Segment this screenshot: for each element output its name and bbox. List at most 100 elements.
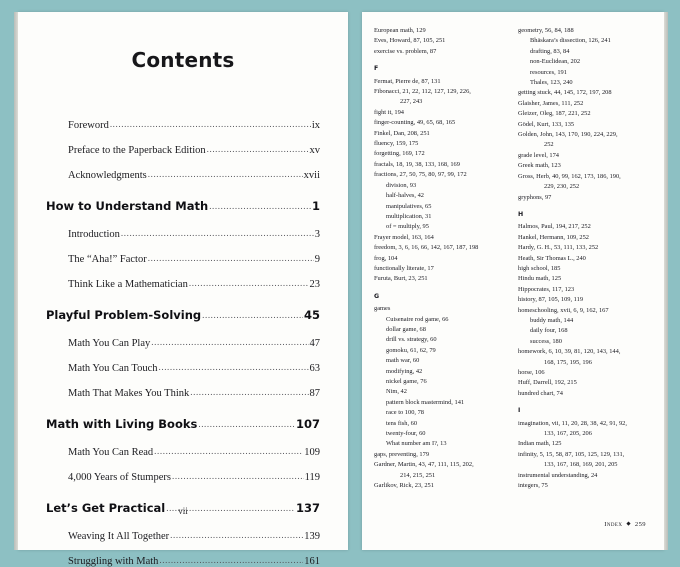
index-entry[interactable]: European math, 129 <box>374 26 508 36</box>
index-entry[interactable]: Frayer model, 163, 164 <box>374 233 508 243</box>
toc-entry[interactable]: Math You Can Touch .....................… <box>68 363 320 374</box>
index-entry[interactable]: twenty-four, 60 <box>374 429 508 439</box>
toc-entry[interactable]: 4,000 Years of Stumpers ................… <box>68 472 320 483</box>
index-entry[interactable]: 229, 230, 252 <box>518 182 652 192</box>
index-entry[interactable]: What number am I?, 13 <box>374 439 508 449</box>
toc-entry[interactable]: Weaving It All Together ................… <box>68 531 320 542</box>
index-entry[interactable]: tens fish, 60 <box>374 419 508 429</box>
index-entry[interactable]: math war, 60 <box>374 356 508 366</box>
contents-page: Contents Foreword ......................… <box>18 12 348 550</box>
index-entry[interactable]: race to 100, 78 <box>374 408 508 418</box>
index-entry[interactable]: daily four, 168 <box>518 326 652 336</box>
index-entry[interactable]: Hindu math, 125 <box>518 274 652 284</box>
toc-entry[interactable]: Playful Problem-Solving ................… <box>46 308 320 322</box>
toc-entry[interactable]: Think Like a Mathematician .............… <box>68 279 320 290</box>
index-entry[interactable]: Cuisenaire rod game, 66 <box>374 315 508 325</box>
index-entry[interactable]: horse, 106 <box>518 368 652 378</box>
index-entry[interactable]: Gardner, Martin, 43, 47, 111, 115, 202, <box>374 460 508 470</box>
index-entry[interactable]: non-Euclidean, 202 <box>518 57 652 67</box>
index-entry[interactable]: 168, 175, 195, 196 <box>518 358 652 368</box>
index-entry[interactable]: Garlikov, Rick, 23, 251 <box>374 481 508 491</box>
index-entry[interactable]: Gross, Herb, 40, 99, 162, 173, 186, 190, <box>518 172 652 182</box>
index-entry[interactable]: buddy math, 144 <box>518 316 652 326</box>
toc-entry[interactable]: Math You Can Play ......................… <box>68 338 320 349</box>
index-entry[interactable]: gryphons, 97 <box>518 193 652 203</box>
index-entry[interactable]: dollar game, 68 <box>374 325 508 335</box>
index-entry[interactable]: geometry, 56, 84, 188 <box>518 26 652 36</box>
index-entry[interactable]: manipulatives, 65 <box>374 202 508 212</box>
index-entry[interactable]: Thales, 123, 240 <box>518 78 652 88</box>
index-entry[interactable]: fight it, 194 <box>374 108 508 118</box>
index-entry[interactable]: drill vs. strategy, 60 <box>374 335 508 345</box>
index-entry[interactable]: Gleizer, Oleg, 187, 221, 252 <box>518 109 652 119</box>
toc-entry[interactable]: Acknowledgments ........................… <box>68 170 320 181</box>
index-entry[interactable]: Gödel, Kurt, 133, 135 <box>518 120 652 130</box>
index-entry[interactable]: Greek math, 123 <box>518 161 652 171</box>
index-entry[interactable]: Hardy, G. H., 53, 111, 133, 252 <box>518 243 652 253</box>
index-entry[interactable]: functionally literate, 17 <box>374 264 508 274</box>
index-entry[interactable]: forgetting, 169, 172 <box>374 149 508 159</box>
index-entry[interactable]: gaps, preventing, 179 <box>374 450 508 460</box>
index-entry[interactable]: fluency, 159, 175 <box>374 139 508 149</box>
index-entry[interactable]: frog, 104 <box>374 254 508 264</box>
index-entry[interactable]: homework, 6, 10, 39, 81, 120, 143, 144, <box>518 347 652 357</box>
index-entry[interactable]: Glaisher, James, 111, 252 <box>518 99 652 109</box>
index-entry[interactable]: success, 180 <box>518 337 652 347</box>
index-entry[interactable]: 133, 167, 205, 206 <box>518 429 652 439</box>
index-entry[interactable]: 252 <box>518 140 652 150</box>
index-entry[interactable]: integers, 75 <box>518 481 652 491</box>
index-entry[interactable]: division, 93 <box>374 181 508 191</box>
index-entry[interactable]: Huff, Darrell, 192, 215 <box>518 378 652 388</box>
index-entry[interactable]: finger-counting, 49, 65, 68, 165 <box>374 118 508 128</box>
index-entry[interactable]: Fibonacci, 21, 22, 112, 127, 129, 226, <box>374 87 508 97</box>
index-entry[interactable]: history, 87, 105, 109, 119 <box>518 295 652 305</box>
index-entry[interactable]: of = multiply, 95 <box>374 222 508 232</box>
index-entry[interactable]: Furuta, Burt, 23, 251 <box>374 274 508 284</box>
toc-entry[interactable]: Math with Living Books .................… <box>46 417 320 431</box>
index-entry[interactable]: pattern block mastermind, 141 <box>374 398 508 408</box>
index-entry[interactable]: Fermat, Pierre de, 87, 131 <box>374 77 508 87</box>
toc-entry[interactable]: How to Understand Math .................… <box>46 199 320 213</box>
index-entry[interactable]: homeschooling, xvii, 6, 9, 162, 167 <box>518 306 652 316</box>
index-entry[interactable]: half-halves, 42 <box>374 191 508 201</box>
index-entry[interactable]: resources, 191 <box>518 68 652 78</box>
index-entry[interactable]: Eves, Howard, 87, 105, 251 <box>374 36 508 46</box>
toc-entry[interactable]: The “Aha!” Factor ......................… <box>68 254 320 265</box>
index-entry[interactable]: Hippocrates, 117, 123 <box>518 285 652 295</box>
toc-entry[interactable]: Preface to the Paperback Edition .......… <box>68 145 320 156</box>
index-entry[interactable]: modifying, 42 <box>374 367 508 377</box>
index-entry[interactable]: Hankel, Hermann, 109, 252 <box>518 233 652 243</box>
index-entry[interactable]: grade level, 174 <box>518 151 652 161</box>
index-entry[interactable]: gomoku, 61, 62, 79 <box>374 346 508 356</box>
toc-entry[interactable]: Math That Makes You Think ..............… <box>68 388 320 399</box>
index-entry[interactable]: imagination, vii, 11, 20, 28, 38, 42, 91… <box>518 419 652 429</box>
index-entry[interactable]: high school, 185 <box>518 264 652 274</box>
index-entry[interactable]: instrumental understanding, 24 <box>518 471 652 481</box>
index-entry[interactable]: games <box>374 304 508 314</box>
index-entry[interactable]: multiplication, 31 <box>374 212 508 222</box>
index-entry[interactable]: Golden, John, 143, 170, 190, 224, 229, <box>518 130 652 140</box>
index-entry[interactable]: exercise vs. problem, 87 <box>374 47 508 57</box>
index-entry[interactable]: fractals, 18, 19, 38, 133, 168, 169 <box>374 160 508 170</box>
toc-entry[interactable]: Math You Can Read ......................… <box>68 447 320 458</box>
index-entry[interactable]: fractions, 27, 50, 75, 80, 97, 99, 172 <box>374 170 508 180</box>
toc-entry-label: Preface to the Paperback Edition <box>68 145 206 156</box>
toc-entry-page: 9 <box>315 254 320 265</box>
index-entry[interactable]: Finkel, Dan, 208, 251 <box>374 129 508 139</box>
index-entry[interactable]: infinity, 5, 15, 58, 87, 105, 125, 129, … <box>518 450 652 460</box>
index-entry[interactable]: 227, 243 <box>374 97 508 107</box>
index-entry[interactable]: hundred chart, 74 <box>518 389 652 399</box>
index-entry[interactable]: nickel game, 76 <box>374 377 508 387</box>
index-entry[interactable]: Heath, Sir Thomas L., 240 <box>518 254 652 264</box>
index-entry[interactable]: Indian math, 125 <box>518 439 652 449</box>
index-entry[interactable]: freedom, 3, 6, 16, 66, 142, 167, 187, 19… <box>374 243 508 253</box>
toc-entry[interactable]: Foreword ...............................… <box>68 120 320 131</box>
index-entry[interactable]: 214, 215, 251 <box>374 471 508 481</box>
index-entry[interactable]: 133, 167, 168, 169, 201, 205 <box>518 460 652 470</box>
index-entry[interactable]: Halmos, Paul, 194, 217, 252 <box>518 222 652 232</box>
toc-entry[interactable]: Introduction ...........................… <box>68 229 320 240</box>
index-entry[interactable]: drafting, 83, 84 <box>518 47 652 57</box>
index-entry[interactable]: Nim, 42 <box>374 387 508 397</box>
index-entry[interactable]: Bhāskara’s dissection, 126, 241 <box>518 36 652 46</box>
index-entry[interactable]: getting stuck, 44, 145, 172, 197, 208 <box>518 88 652 98</box>
